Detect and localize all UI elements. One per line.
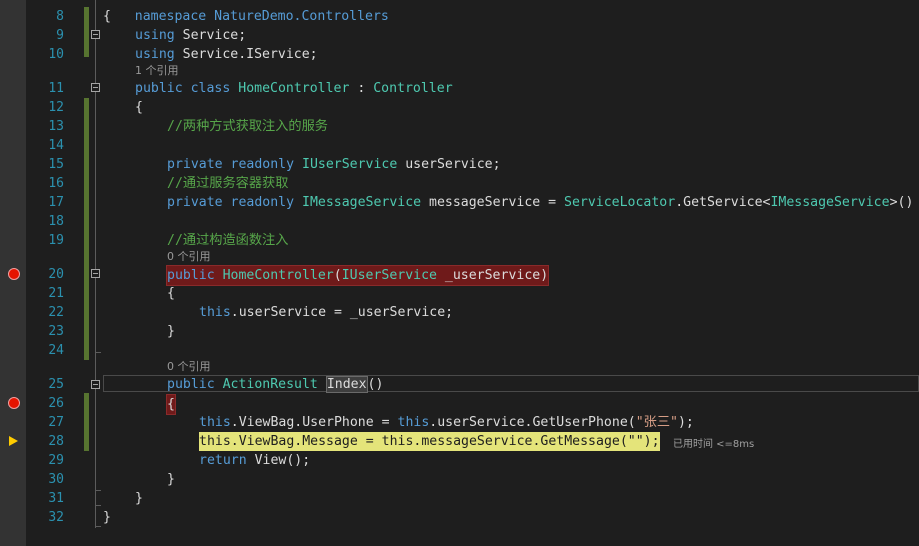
code-line-9[interactable]: 9 using Service;	[0, 26, 919, 45]
line-number: 15	[48, 157, 64, 172]
code-line-8[interactable]: 8 {	[0, 7, 919, 26]
code-line-30[interactable]: 30 }	[0, 470, 919, 489]
line-number: 25	[48, 377, 64, 392]
code-line-27[interactable]: 27 this.ViewBag.UserPhone = this.userSer…	[0, 413, 919, 432]
line-number: 17	[48, 195, 64, 210]
code-line-31[interactable]: 31 }	[0, 489, 919, 508]
line-number: 19	[48, 233, 64, 248]
code-text: }	[167, 472, 175, 487]
code-text: public ActionResult Index()	[167, 376, 384, 393]
code-text: this.ViewBag.UserPhone = this.userServic…	[199, 415, 694, 430]
breakpoint-highlight: public HomeController(IUserService _user…	[166, 265, 550, 286]
code-line-29[interactable]: 29 return View();	[0, 451, 919, 470]
code-line-14[interactable]: 14	[0, 136, 919, 155]
perf-tip[interactable]: 已用时间 <=8ms	[673, 435, 754, 450]
line-number: 32	[48, 510, 64, 525]
line-number: 12	[48, 100, 64, 115]
line-number: 27	[48, 415, 64, 430]
comment-text: //通过服务容器获取	[167, 176, 289, 191]
code-line-21[interactable]: 21 {	[0, 284, 919, 303]
code-line-16[interactable]: 16 //通过服务容器获取	[0, 174, 919, 193]
reference-highlight: Index	[325, 376, 368, 393]
code-line-12[interactable]: 12 {	[0, 98, 919, 117]
line-number: 9	[56, 28, 64, 43]
code-line-10[interactable]: 10 using Service.IService;	[0, 45, 919, 64]
code-text: private readonly IUserService userServic…	[167, 157, 501, 172]
code-editor[interactable]: namespace NatureDemo.Controllers 8 { 9 u…	[0, 0, 919, 546]
code-line-24[interactable]: 24	[0, 341, 919, 360]
code-line-23[interactable]: 23 }	[0, 322, 919, 341]
line-number: 29	[48, 453, 64, 468]
code-line-26[interactable]: 26 {	[0, 394, 919, 415]
line-number: 13	[48, 119, 64, 134]
code-text: }	[103, 510, 111, 525]
code-line-28[interactable]: 28 this.ViewBag.Message = this.messageSe…	[0, 432, 919, 451]
comment-text: //两种方式获取注入的服务	[167, 119, 328, 134]
line-number: 10	[48, 47, 64, 62]
line-number: 8	[56, 9, 64, 24]
comment-text: //通过构造函数注入	[167, 233, 289, 248]
line-number: 26	[48, 396, 64, 411]
code-line-25[interactable]: 25 public ActionResult Index()	[0, 375, 919, 394]
codelens-references[interactable]: 0 个引用	[167, 250, 211, 264]
code-line-11[interactable]: 11 public class HomeController : Control…	[0, 79, 919, 98]
code-line-13[interactable]: 13 //两种方式获取注入的服务	[0, 117, 919, 136]
code-text: private readonly IMessageService message…	[167, 195, 914, 210]
line-number: 14	[48, 138, 64, 153]
code-line-17[interactable]: 17 private readonly IMessageService mess…	[0, 193, 919, 212]
code-text: {	[167, 286, 175, 301]
code-text: using Service;	[135, 28, 247, 43]
line-number: 11	[48, 81, 64, 96]
line-number: 16	[48, 176, 64, 191]
codelens-references[interactable]: 0 个引用	[167, 360, 211, 374]
line-number: 23	[48, 324, 64, 339]
codelens-references[interactable]: 1 个引用	[135, 64, 179, 78]
code-text: return View();	[199, 453, 311, 468]
line-number: 22	[48, 305, 64, 320]
line-number: 18	[48, 214, 64, 229]
code-text: using Service.IService;	[135, 47, 318, 62]
code-text: this.userService = _userService;	[199, 305, 454, 320]
current-statement-highlight: this.ViewBag.Message = this.messageServi…	[199, 432, 660, 451]
code-line-15[interactable]: 15 private readonly IUserService userSer…	[0, 155, 919, 174]
line-number: 21	[48, 286, 64, 301]
breakpoint-highlight: {	[166, 394, 176, 415]
code-line-18[interactable]: 18	[0, 212, 919, 231]
code-line-22[interactable]: 22 this.userService = _userService;	[0, 303, 919, 322]
line-number: 20	[48, 267, 64, 282]
code-text: {	[135, 100, 143, 115]
code-text: }	[135, 491, 143, 506]
code-text: {	[103, 9, 111, 24]
code-text: }	[167, 324, 175, 339]
code-line-32[interactable]: 32 }	[0, 508, 919, 527]
line-number: 30	[48, 472, 64, 487]
code-line-19[interactable]: 19 //通过构造函数注入	[0, 231, 919, 250]
code-line-20[interactable]: 20 public HomeController(IUserService _u…	[0, 265, 919, 286]
line-number: 28	[48, 434, 64, 449]
line-number: 24	[48, 343, 64, 358]
line-number: 31	[48, 491, 64, 506]
code-text: public class HomeController : Controller	[135, 81, 453, 96]
